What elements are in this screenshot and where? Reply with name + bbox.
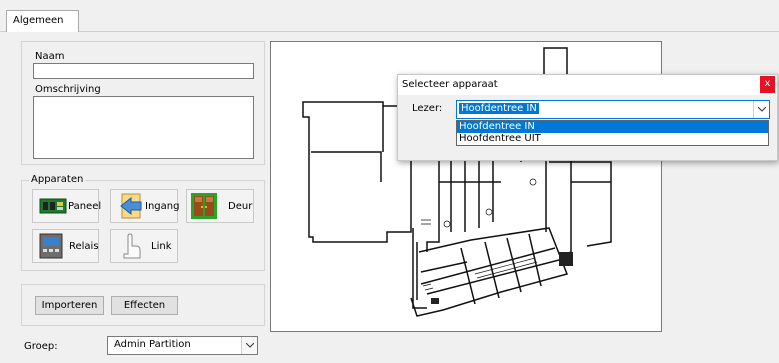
lezer-selected-value: Hoofdentree IN: [459, 103, 539, 114]
omschrijving-label: Omschrijving: [35, 84, 101, 95]
link-label: Link: [151, 240, 172, 252]
deur-button[interactable]: Deur: [186, 189, 254, 223]
naam-label: Naam: [35, 51, 65, 62]
relay-device-icon: [39, 233, 63, 259]
lezer-label: Lezer:: [412, 103, 443, 114]
deur-label: Deur: [228, 200, 253, 212]
tab-algemeen[interactable]: Algemeen: [6, 10, 79, 32]
paneel-button[interactable]: Paneel: [32, 189, 102, 223]
relais-button[interactable]: Relais: [32, 229, 99, 263]
selecteer-apparaat-dialog: Selecteer apparaat x Lezer: Hoofdentree …: [397, 74, 778, 161]
tab-underline: [0, 31, 779, 32]
panel-board-icon: [39, 196, 67, 216]
groep-select[interactable]: Admin Partition: [107, 336, 258, 355]
close-button[interactable]: x: [760, 76, 775, 93]
naam-input[interactable]: [33, 63, 254, 79]
lezer-dropdown-list: Hoofdentree IN Hoofdentree UIT: [456, 120, 769, 146]
omschrijving-textarea[interactable]: [33, 96, 254, 159]
dropdown-option[interactable]: Hoofdentree UIT: [457, 133, 768, 145]
tab-strip: [0, 0, 779, 34]
groep-value: Admin Partition: [114, 339, 191, 350]
ingang-label: Ingang: [145, 200, 180, 212]
door-icon: [190, 192, 218, 220]
lezer-select[interactable]: Hoofdentree IN: [456, 100, 770, 119]
link-icon: [119, 232, 145, 260]
ingang-button[interactable]: Ingang: [110, 189, 180, 223]
dropdown-option[interactable]: Hoofdentree IN: [457, 121, 768, 133]
link-button[interactable]: Link: [110, 229, 178, 263]
paneel-label: Paneel: [68, 200, 102, 212]
groep-label: Groep:: [24, 341, 58, 352]
importeren-button[interactable]: Importeren: [35, 296, 104, 315]
chevron-down-icon: [241, 337, 257, 354]
relais-label: Relais: [69, 240, 99, 252]
apparaten-title: Apparaten: [29, 174, 86, 185]
effecten-button[interactable]: Effecten: [111, 296, 178, 315]
chevron-down-icon[interactable]: [753, 101, 769, 118]
dialog-title: Selecteer apparaat: [402, 79, 498, 90]
entrance-arrow-icon: [119, 192, 145, 220]
